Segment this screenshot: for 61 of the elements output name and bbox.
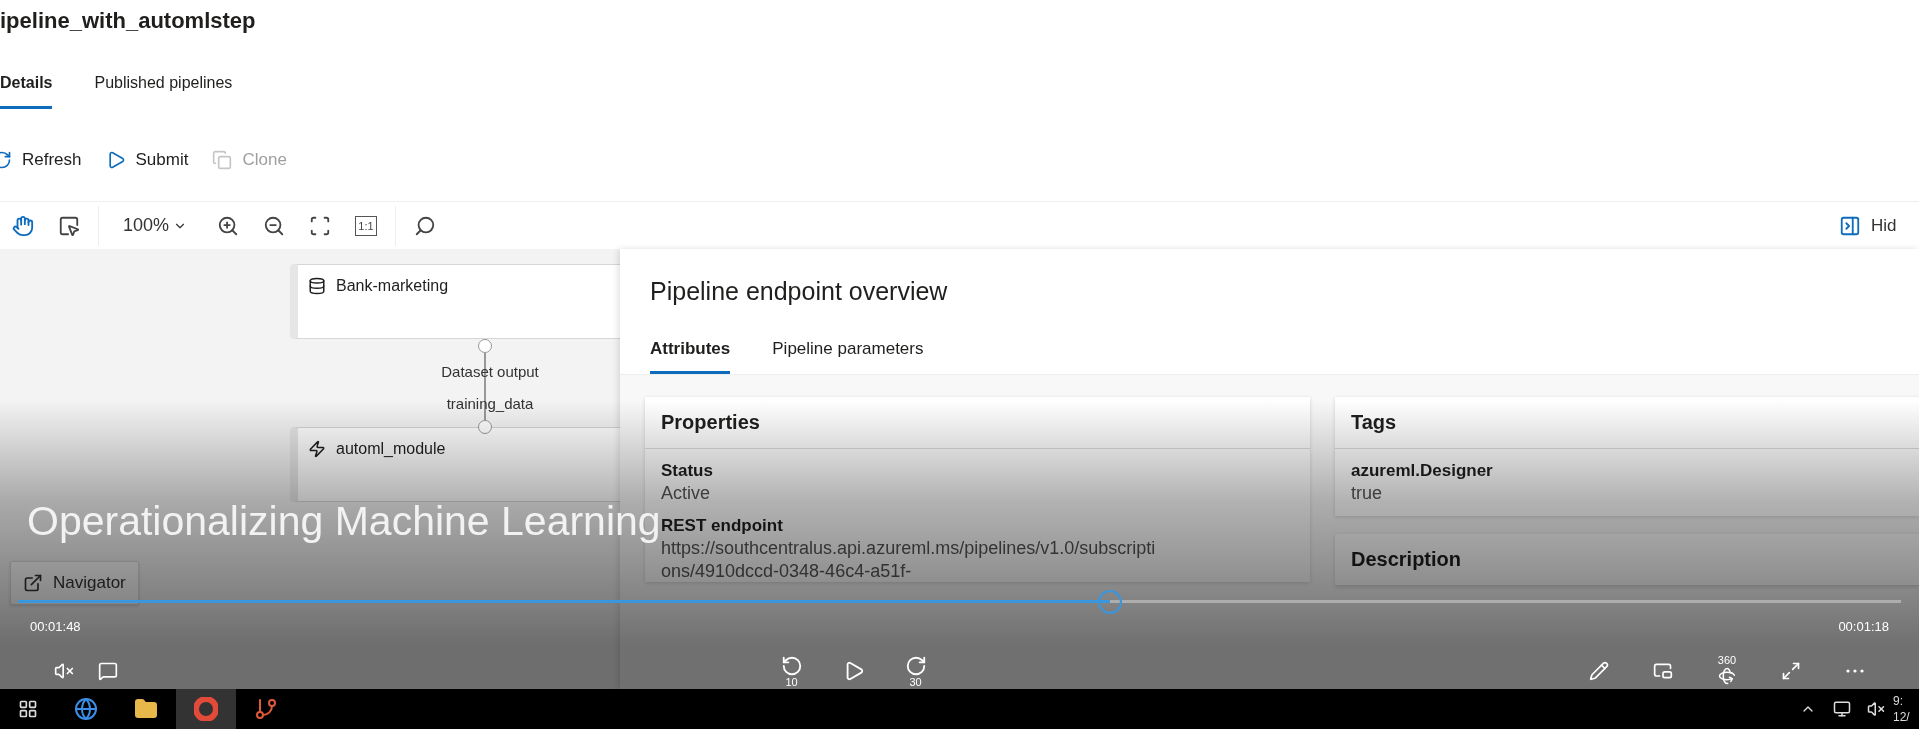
muted-icon [1867,700,1885,718]
hand-icon [12,214,34,237]
search-icon [414,214,436,237]
forward-icon [904,654,927,677]
zoom-dropdown[interactable]: 100% [105,214,205,237]
branch-icon [254,697,278,721]
rewind-icon [780,654,803,677]
clock-text: 9: [1893,693,1904,709]
connector-line [484,353,486,420]
lightning-icon [308,440,326,458]
fullscreen-icon [1781,660,1801,681]
forward-button[interactable]: 30 [893,653,938,688]
field-value: https://southcentralus.api.azureml.ms/pipelines/v1.0/subscripti [660,537,1157,559]
hide-button[interactable]: Hid [1839,214,1919,237]
node-label: Bank-marketing [336,277,449,295]
navigator-button[interactable]: Navigator [10,561,139,605]
monitor-icon [1833,700,1851,718]
ring-icon [194,697,218,721]
input-port[interactable] [478,420,492,434]
tab[interactable]: Published pipelines [94,74,233,109]
tab[interactable]: Details [0,74,53,109]
output-port[interactable] [478,339,492,353]
tag-key: azureml.Designer [1335,449,1919,481]
toolbar-button[interactable]: Refresh [0,146,82,174]
copy-icon [212,150,233,170]
vr-button[interactable]: 360 [1705,653,1749,688]
clock-text: 12/ [1893,709,1911,725]
field-label: Status [660,460,714,481]
port-label: Dataset output [440,363,540,380]
tab[interactable]: Pipeline parameters [772,339,924,374]
field-value: Active [660,482,712,504]
zoom-in-icon [217,214,239,237]
elapsed-time: 00:01:48 [30,619,81,637]
folder-icon [134,697,158,721]
rotate-icon [1718,666,1736,685]
frame-icon [309,214,331,237]
pipeline-node[interactable]: Bank-marketing [290,264,620,339]
card-title: Properties [645,397,1310,449]
zoom-out-icon [263,214,285,237]
database-icon [308,277,326,295]
pointer-icon [58,214,80,237]
grid-icon [18,699,38,719]
port-label: training_data [445,395,535,412]
expand-icon [23,573,43,593]
pipeline-node[interactable]: automl_module [290,427,620,502]
speech-bubble-icon [98,660,118,681]
progress-thumb[interactable] [1098,589,1123,614]
globe-icon [74,697,98,721]
node-label: automl_module [336,440,446,458]
rewind-button[interactable]: 10 [769,653,814,688]
panel-title: Pipeline endpoint overview [649,276,949,307]
field-value: ons/4910dccd-0348-46c4-a51f- [660,560,913,582]
more-icon [1846,668,1864,673]
page-title: ipeline_with_automlstep [0,8,256,33]
panel-icon [1839,214,1861,237]
muted-icon [54,660,74,681]
pencil-icon [1589,660,1609,681]
tag-value: true [1350,482,1384,504]
actual-size-button[interactable]: 1:1 [355,215,377,236]
toolbar-button[interactable]: Submit [105,146,189,174]
remaining-time: 00:01:18 [1838,619,1889,637]
